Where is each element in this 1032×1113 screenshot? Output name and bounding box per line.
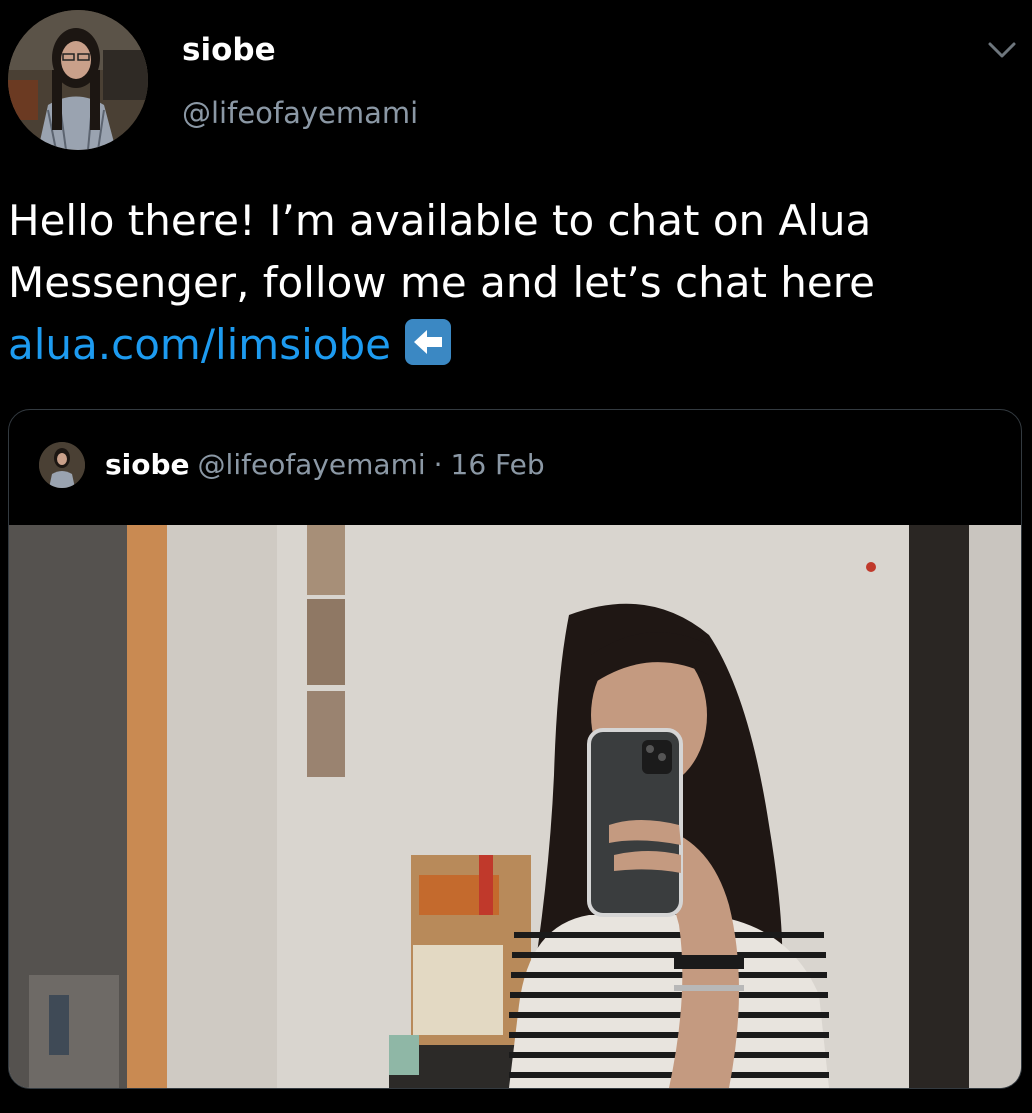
left-arrow-emoji-icon <box>404 319 451 365</box>
author-avatar[interactable] <box>8 10 148 150</box>
tweet-text-line2: Messenger, follow me and let’s chat here <box>8 258 875 307</box>
quoted-separator: · <box>433 448 443 481</box>
quoted-photo[interactable] <box>9 525 1021 1088</box>
tweet: siobe @lifeofayemami Hello there! I’m av… <box>0 0 1032 1113</box>
tweet-text: Hello there! I’m available to chat on Al… <box>8 190 1008 376</box>
tweet-text-line1: Hello there! I’m available to chat on Al… <box>8 196 872 245</box>
author-name[interactable]: siobe <box>182 32 276 68</box>
author-handle[interactable]: @lifeofayemami <box>182 96 418 130</box>
quoted-tweet[interactable]: siobe @lifeofayemami · 16 Feb <box>8 409 1022 1089</box>
quoted-author-name: siobe <box>105 448 190 481</box>
chevron-down-icon[interactable] <box>982 34 1022 64</box>
quoted-tweet-header: siobe @lifeofayemami · 16 Feb <box>105 448 545 481</box>
tweet-link[interactable]: alua.com/limsiobe <box>8 320 391 369</box>
quoted-author-handle: @lifeofayemami <box>197 448 426 481</box>
quoted-author-avatar <box>39 442 85 488</box>
quoted-date: 16 Feb <box>450 448 545 481</box>
